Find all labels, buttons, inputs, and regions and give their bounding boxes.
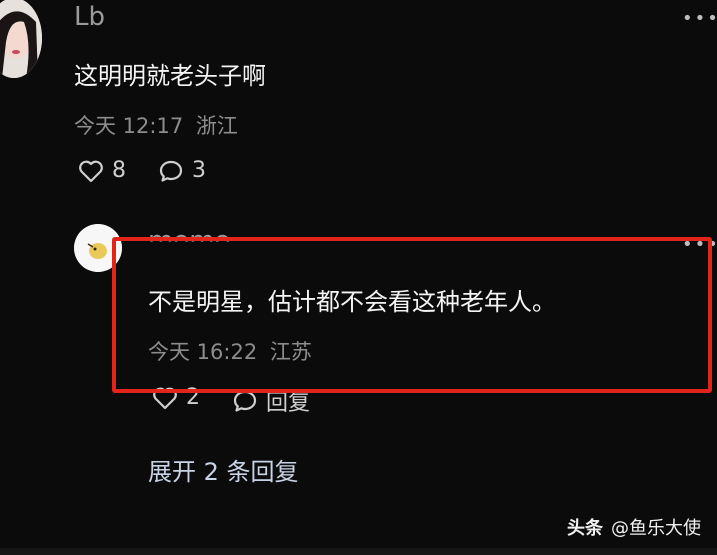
next-comment-edge <box>0 548 717 555</box>
watermark-handle: @鱼乐大使 <box>611 518 701 539</box>
comment-time: 今天 12:17 <box>74 114 184 138</box>
comment-username[interactable]: Lb <box>74 2 105 32</box>
like-button[interactable]: 8 <box>78 158 126 183</box>
comment-bubble-icon <box>159 160 183 182</box>
expand-replies-link[interactable]: 展开 2 条回复 <box>148 452 299 487</box>
avatar-lb[interactable] <box>0 0 42 78</box>
comment-location: 浙江 <box>195 114 238 138</box>
comment-text: 这明明就老头子啊 <box>74 62 266 90</box>
more-options-icon[interactable]: ••• <box>682 10 717 28</box>
heart-icon <box>79 160 103 182</box>
reply-count-button[interactable]: 3 <box>158 158 206 183</box>
highlight-box <box>112 237 712 393</box>
watermark: 头条 @鱼乐大使 <box>567 514 701 540</box>
comment-meta: 今天 12:17 浙江 <box>74 110 238 140</box>
watermark-brand: 头条 <box>567 518 603 539</box>
like-count: 8 <box>112 158 126 183</box>
reply-count: 3 <box>192 158 206 183</box>
